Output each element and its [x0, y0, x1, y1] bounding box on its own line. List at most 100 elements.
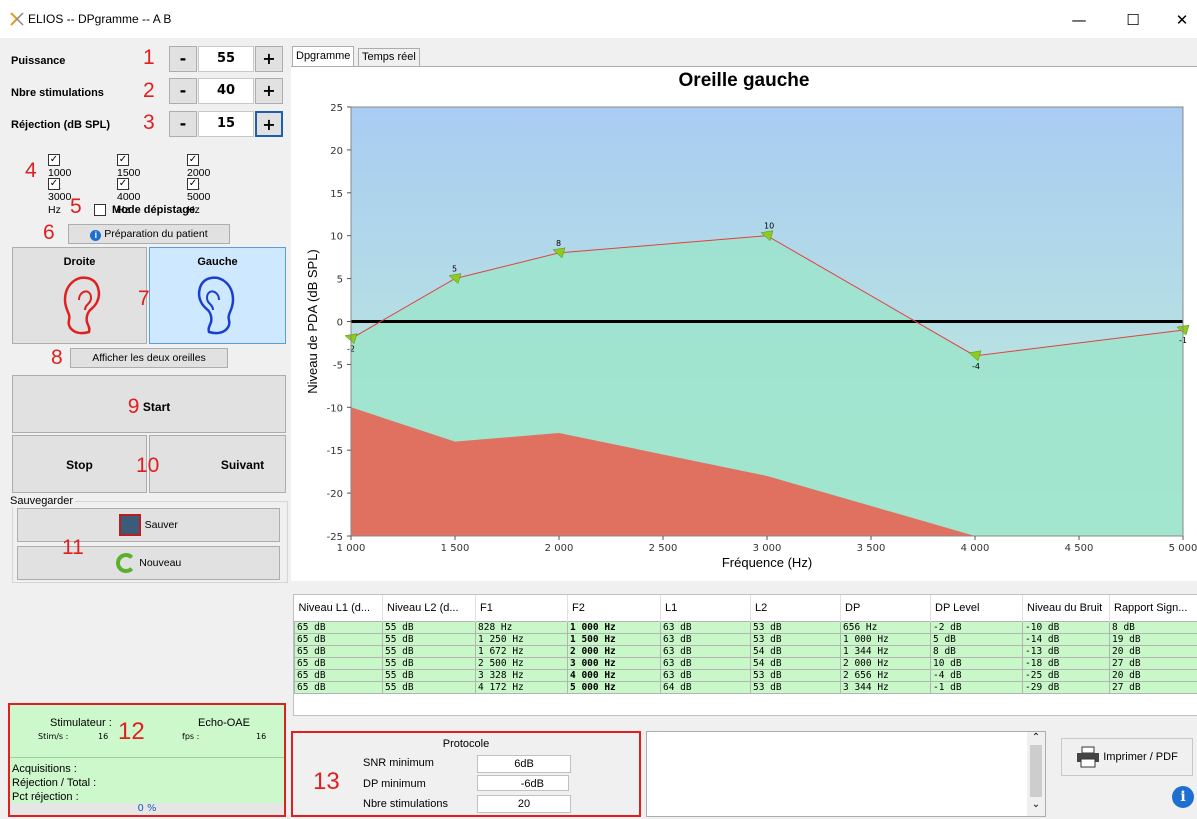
- table-cell: 53 dB: [750, 621, 841, 634]
- new-button[interactable]: Nouveau: [17, 546, 280, 580]
- table-cell: 55 dB: [382, 657, 476, 670]
- protocol-panel: Protocole 13 SNR minimum 6dB DP minimum …: [291, 731, 641, 817]
- freq-checkbox-3[interactable]: ✓ 3000 Hz: [48, 174, 71, 216]
- table-header-cell[interactable]: Niveau du Bruit: [1022, 595, 1110, 622]
- table-cell: 20 dB: [1109, 669, 1197, 682]
- rejection-label: Réjection (dB SPL): [11, 119, 111, 131]
- notes-textarea[interactable]: [646, 731, 1046, 817]
- table-header-cell[interactable]: L1: [660, 595, 751, 622]
- y-tick-label: 5: [337, 275, 343, 286]
- right-ear-button[interactable]: Droite: [12, 247, 147, 344]
- tab-dpgramme[interactable]: Dpgramme: [292, 46, 355, 67]
- table-row[interactable]: 65 dB 55 dB 3 328 Hz 4 000 Hz 63 dB 53 dB 2 65…: [294, 669, 1197, 682]
- left-ear-button[interactable]: Gauche: [149, 247, 286, 344]
- fps-value: 16: [256, 732, 267, 741]
- stimulations-plus-button[interactable]: +: [255, 78, 283, 104]
- table-row[interactable]: 65 dB 55 dB 2 500 Hz 3 000 Hz 63 dB 54 dB 2 00…: [294, 657, 1197, 670]
- y-tick-label: 15: [330, 189, 343, 200]
- table-header-cell[interactable]: Niveau L1 (d...: [294, 595, 383, 622]
- table-cell: 20 dB: [1109, 645, 1197, 658]
- window-title: ELIOS -- DPgramme -- A B: [28, 12, 172, 26]
- table-row[interactable]: 65 dB 55 dB 1 250 Hz 1 500 Hz 63 dB 53 dB 1 00…: [294, 633, 1197, 646]
- progress-bar: 0 %: [10, 803, 284, 815]
- checkbox-box[interactable]: ✓: [187, 154, 199, 166]
- stop-label: Stop: [66, 458, 93, 472]
- checkbox-box[interactable]: ✓: [48, 178, 60, 190]
- app-logo-icon: [10, 12, 24, 26]
- table-cell: 63 dB: [660, 669, 751, 682]
- table-header-row: Niveau L1 (d... Niveau L2 (d... F1 F2 L1 L2 DP…: [294, 595, 1197, 622]
- patient-preparation-button[interactable]: i Préparation du patient: [68, 224, 230, 244]
- checkbox-box[interactable]: ✓: [117, 178, 129, 190]
- protocol-title: Protocole: [442, 738, 490, 750]
- acquisitions-label: Acquisitions :: [12, 763, 77, 775]
- next-button[interactable]: Suivant: [149, 435, 286, 493]
- scroll-thumb[interactable]: [1030, 745, 1042, 797]
- table-cell: 1 250 Hz: [475, 633, 568, 646]
- table-cell: 828 Hz: [475, 621, 568, 634]
- table-header-cell[interactable]: Niveau L2 (d...: [382, 595, 476, 622]
- title-bar: ELIOS -- DPgramme -- A B — ☐ ✕: [0, 0, 1197, 38]
- table-cell: 3 328 Hz: [475, 669, 568, 682]
- show-both-ears-button[interactable]: Afficher les deux oreilles: [70, 348, 228, 368]
- table-cell: 1 000 Hz: [567, 621, 661, 634]
- table-cell: -1 dB: [930, 681, 1023, 694]
- rejection-plus-button[interactable]: +: [255, 111, 283, 137]
- checkbox-box[interactable]: ✓: [117, 154, 129, 166]
- table-header-cell[interactable]: DP: [840, 595, 931, 622]
- stimulations-minus-button[interactable]: -: [169, 78, 197, 104]
- table-header-cell[interactable]: L2: [750, 595, 841, 622]
- scroll-down-icon[interactable]: ⌄: [1027, 799, 1045, 810]
- print-pdf-button[interactable]: Imprimer / PDF: [1061, 738, 1193, 776]
- puissance-plus-button[interactable]: +: [255, 46, 283, 72]
- stimulations-label: Nbre stimulations: [11, 87, 104, 99]
- checkbox-box[interactable]: ✓: [48, 154, 60, 166]
- rejection-minus-button[interactable]: -: [169, 111, 197, 137]
- table-cell: 2 000 Hz: [840, 657, 931, 670]
- tab-temps-reel[interactable]: Temps réel: [358, 48, 420, 67]
- table-cell: 63 dB: [660, 645, 751, 658]
- screening-checkbox[interactable]: [94, 204, 106, 216]
- table-header-cell[interactable]: DP Level: [930, 595, 1023, 622]
- table-row[interactable]: 65 dB 55 dB 1 672 Hz 2 000 Hz 63 dB 54 dB 1 34…: [294, 645, 1197, 658]
- table-header-cell[interactable]: Rapport Sign...: [1109, 595, 1197, 622]
- puissance-label: Puissance: [11, 55, 66, 67]
- start-label: Start: [142, 400, 171, 414]
- maximize-button[interactable]: ☐: [1118, 8, 1148, 32]
- pct-rejection-label: Pct réjection :: [12, 791, 79, 803]
- table-row[interactable]: 65 dB 55 dB 4 172 Hz 5 000 Hz 64 dB 53 dB 3 34…: [294, 681, 1197, 694]
- puissance-minus-button[interactable]: -: [169, 46, 197, 72]
- checkbox-box[interactable]: ✓: [187, 178, 199, 190]
- y-tick-label: 20: [330, 146, 343, 157]
- puissance-value[interactable]: 55: [198, 46, 254, 72]
- table-cell: 55 dB: [382, 645, 476, 658]
- left-ear-icon: [197, 276, 234, 335]
- notes-scrollbar[interactable]: ⌃ ⌄: [1027, 732, 1045, 816]
- table-cell: 4 172 Hz: [475, 681, 568, 694]
- stop-button[interactable]: Stop: [12, 435, 147, 493]
- close-button[interactable]: ✕: [1167, 8, 1197, 32]
- print-pdf-label: Imprimer / PDF: [1103, 751, 1178, 763]
- new-label: Nouveau: [139, 557, 182, 569]
- help-info-icon[interactable]: i: [1172, 786, 1194, 808]
- dp-min-value[interactable]: -6dB: [477, 775, 569, 791]
- save-button[interactable]: Sauver: [17, 508, 280, 542]
- protocol-stim-value[interactable]: 20: [477, 795, 571, 813]
- table-row[interactable]: 65 dB 55 dB 828 Hz 1 000 Hz 63 dB 53 dB 656 Hz…: [294, 621, 1197, 634]
- scroll-up-icon[interactable]: ⌃: [1027, 732, 1045, 743]
- start-button[interactable]: 9 Start: [12, 375, 286, 433]
- table-cell: -13 dB: [1022, 645, 1110, 658]
- y-tick-label: -15: [327, 446, 343, 457]
- snr-min-value[interactable]: 6dB: [477, 755, 571, 773]
- minimize-button[interactable]: —: [1064, 8, 1094, 32]
- stimulations-value[interactable]: 40: [198, 78, 254, 104]
- table-cell: 2 656 Hz: [840, 669, 931, 682]
- y-axis-label: Niveau de PDA (dB SPL): [305, 249, 320, 394]
- info-icon: i: [90, 230, 102, 241]
- table-header-cell[interactable]: F2: [567, 595, 661, 622]
- rejection-value[interactable]: 15: [198, 111, 254, 137]
- marker-5: 5: [70, 195, 82, 218]
- stim-rate-label: Stim/s :: [38, 732, 69, 741]
- table-header-cell[interactable]: F1: [475, 595, 568, 622]
- x-tick-label: 3 500: [857, 543, 886, 554]
